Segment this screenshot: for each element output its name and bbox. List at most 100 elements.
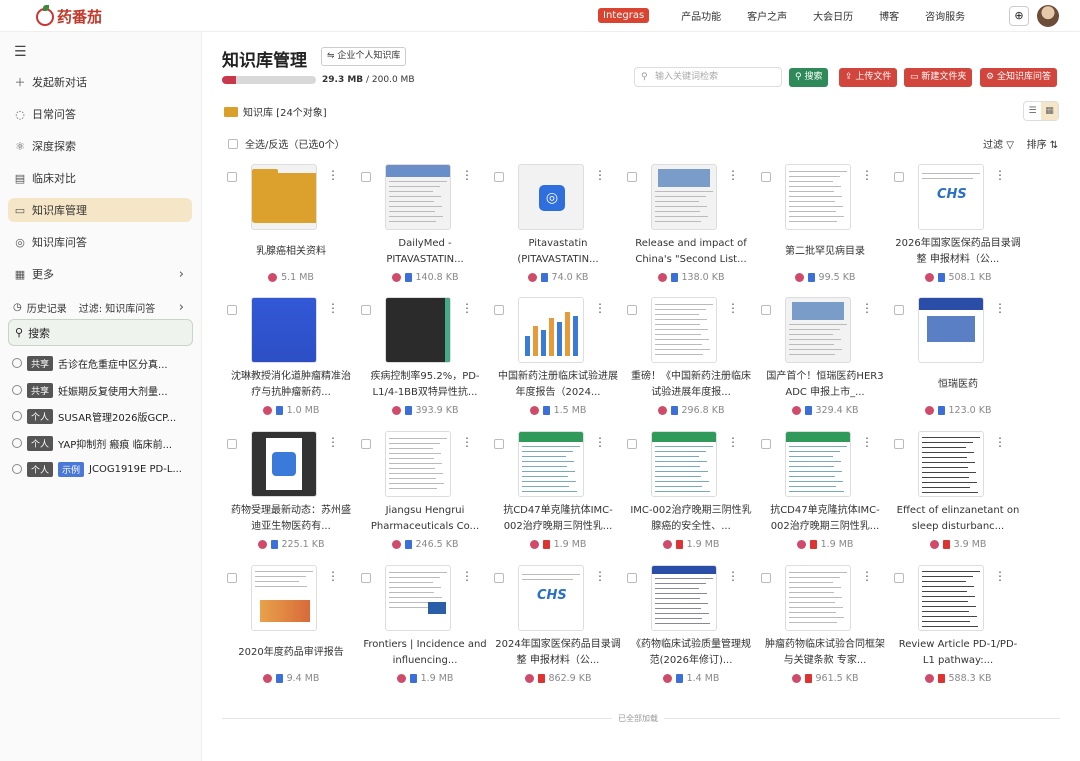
- card-checkbox[interactable]: [227, 172, 237, 182]
- file-card[interactable]: ⋮ 肿瘤药物临床试验合同框架与关键条款 专家... 961.5 KB: [761, 565, 889, 693]
- file-thumbnail[interactable]: [785, 431, 851, 497]
- file-thumbnail[interactable]: [251, 297, 317, 363]
- more-options-icon[interactable]: ⋮: [327, 435, 339, 449]
- file-card[interactable]: CHS ⋮ 2026年国家医保药品目录调整 申报材料（公... 508.1 KB: [894, 164, 1022, 292]
- file-card[interactable]: ⋮ 沈琳教授消化道肿瘤精准治疗与抗肿瘤新药... 1.0 MB: [227, 297, 355, 425]
- more-options-icon[interactable]: ⋮: [861, 301, 873, 315]
- file-thumbnail[interactable]: [651, 297, 717, 363]
- card-checkbox[interactable]: [761, 573, 771, 583]
- file-card[interactable]: ⋮ 2020年度药品审评报告 9.4 MB: [227, 565, 355, 693]
- file-thumbnail[interactable]: [251, 431, 317, 497]
- sidebar-item-new-chat[interactable]: ＋ 发起新对话: [8, 70, 192, 94]
- more-options-icon[interactable]: ⋮: [594, 569, 606, 583]
- file-card[interactable]: ◎ ⋮ Pitavastatin (PITAVASTATIN... 74.0 KB: [494, 164, 622, 292]
- sidebar-item-more[interactable]: ▦ 更多 ›: [8, 262, 192, 286]
- search-button[interactable]: ⚲ 搜索: [789, 68, 829, 87]
- sidebar-item-daily-qa[interactable]: ◌ 日常问答: [8, 102, 192, 126]
- file-card[interactable]: ⋮ 《药物临床试验质量管理规范(2026年修订)... 1.4 MB: [627, 565, 755, 693]
- brand-logo[interactable]: 药番茄: [36, 4, 102, 27]
- nav-consulting[interactable]: 咨询服务: [925, 8, 965, 23]
- sidebar-item-kb-manage[interactable]: ▭ 知识库管理: [8, 198, 192, 222]
- card-checkbox[interactable]: [894, 172, 904, 182]
- more-options-icon[interactable]: ⋮: [727, 569, 739, 583]
- sort-button[interactable]: 排序: [1027, 140, 1047, 151]
- card-checkbox[interactable]: [227, 305, 237, 315]
- card-checkbox[interactable]: [761, 439, 771, 449]
- more-options-icon[interactable]: ⋮: [994, 168, 1006, 182]
- history-filter[interactable]: 过滤: 知识库问答: [79, 300, 156, 315]
- card-checkbox[interactable]: [761, 172, 771, 182]
- more-options-icon[interactable]: ⋮: [327, 168, 339, 182]
- file-card[interactable]: ⋮ IMC-002治疗晚期三阴性乳腺癌的安全性、... 1.9 MB: [627, 431, 755, 559]
- card-checkbox[interactable]: [494, 439, 504, 449]
- sidebar-item-kb-qa[interactable]: ◎ 知识库问答: [8, 230, 192, 254]
- file-thumbnail[interactable]: [251, 164, 317, 230]
- history-search[interactable]: ⚲ 搜索: [8, 319, 193, 346]
- more-options-icon[interactable]: ⋮: [861, 168, 873, 182]
- more-options-icon[interactable]: ⋮: [461, 569, 473, 583]
- file-card[interactable]: ⋮ 中国新药注册临床试验进展年度报告（2024... 1.5 MB: [494, 297, 622, 425]
- more-options-icon[interactable]: ⋮: [994, 301, 1006, 315]
- file-card[interactable]: ⋮ 乳腺癌相关资料 5.1 MB: [227, 164, 355, 292]
- card-checkbox[interactable]: [361, 573, 371, 583]
- select-all-checkbox[interactable]: [228, 138, 238, 149]
- card-checkbox[interactable]: [894, 573, 904, 583]
- file-thumbnail[interactable]: [251, 565, 317, 631]
- file-thumbnail[interactable]: [785, 297, 851, 363]
- kb-qa-button[interactable]: ⚙ 全知识库问答: [980, 68, 1057, 87]
- history-item[interactable]: 个人 SUSAR管理2026版GCP...: [12, 406, 192, 426]
- more-options-icon[interactable]: ⋮: [327, 301, 339, 315]
- file-card[interactable]: ⋮ Review Article PD-1/PD-L1 pathway:... 58…: [894, 565, 1022, 693]
- more-options-icon[interactable]: ⋮: [594, 435, 606, 449]
- card-checkbox[interactable]: [627, 305, 637, 315]
- file-card[interactable]: ⋮ 恒瑞医药 123.0 KB: [894, 297, 1022, 425]
- list-view-icon[interactable]: ☰: [1024, 102, 1041, 120]
- file-thumbnail[interactable]: [518, 297, 584, 363]
- more-options-icon[interactable]: ⋮: [461, 435, 473, 449]
- integras-badge[interactable]: Integras: [598, 8, 650, 23]
- card-checkbox[interactable]: [494, 172, 504, 182]
- history-item[interactable]: 共享 舌诊在危重症中区分真...: [12, 353, 192, 373]
- file-card[interactable]: ⋮ 国产首个！恒瑞医药HER3 ADC 申报上市_... 329.4 KB: [761, 297, 889, 425]
- file-thumbnail[interactable]: ◎: [518, 164, 584, 230]
- filter-button[interactable]: 过滤: [983, 140, 1003, 151]
- keyword-search-input[interactable]: ⚲ 输入关键词检索: [634, 67, 782, 87]
- file-thumbnail[interactable]: [651, 565, 717, 631]
- sort-icon[interactable]: ⇅: [1050, 140, 1058, 151]
- more-options-icon[interactable]: ⋮: [994, 569, 1006, 583]
- card-checkbox[interactable]: [627, 439, 637, 449]
- file-card[interactable]: ⋮ DailyMed - PITAVASTATIN... 140.8 KB: [361, 164, 489, 292]
- file-thumbnail[interactable]: [785, 164, 851, 230]
- card-checkbox[interactable]: [894, 305, 904, 315]
- history-item[interactable]: 个人 YAP抑制剂 瘢痕 临床前...: [12, 433, 192, 453]
- menu-icon[interactable]: ☰: [14, 44, 27, 60]
- history-header[interactable]: ◷ 历史记录 过滤: 知识库问答 ›: [8, 295, 192, 319]
- file-card[interactable]: ⋮ Effect of elinzanetant on sleep disturb…: [894, 431, 1022, 559]
- sidebar-item-deep-explore[interactable]: ⚛ 深度探索: [8, 134, 192, 158]
- card-checkbox[interactable]: [494, 305, 504, 315]
- more-options-icon[interactable]: ⋮: [461, 168, 473, 182]
- file-thumbnail[interactable]: [918, 565, 984, 631]
- upload-file-button[interactable]: ⇪ 上传文件: [839, 68, 898, 87]
- file-thumbnail[interactable]: [651, 164, 717, 230]
- avatar[interactable]: [1037, 5, 1059, 27]
- more-options-icon[interactable]: ⋮: [727, 301, 739, 315]
- more-options-icon[interactable]: ⋮: [727, 435, 739, 449]
- file-thumbnail[interactable]: [385, 431, 451, 497]
- file-card[interactable]: ⋮ Frontiers | Incidence and influencing..…: [361, 565, 489, 693]
- more-options-icon[interactable]: ⋮: [861, 569, 873, 583]
- history-item[interactable]: 共享 妊娠期反复使用大剂量...: [12, 380, 192, 400]
- file-thumbnail[interactable]: [385, 297, 451, 363]
- file-thumbnail[interactable]: [385, 565, 451, 631]
- file-card[interactable]: ⋮ 抗CD47单克隆抗体IMC-002治疗晚期三阴性乳... 1.9 MB: [494, 431, 622, 559]
- select-all[interactable]: 全选/反选（已选0个）: [228, 136, 345, 151]
- more-options-icon[interactable]: ⋮: [461, 301, 473, 315]
- file-thumbnail[interactable]: [518, 431, 584, 497]
- more-options-icon[interactable]: ⋮: [861, 435, 873, 449]
- breadcrumb[interactable]: 知识库 [24个对象]: [224, 104, 327, 119]
- file-card[interactable]: ⋮ 疾病控制率95.2%，PD-L1/4-1BB双特异性抗... 393.9 KB: [361, 297, 489, 425]
- file-thumbnail[interactable]: [651, 431, 717, 497]
- card-checkbox[interactable]: [361, 305, 371, 315]
- new-folder-button[interactable]: ▭ 新建文件夹: [904, 68, 973, 87]
- file-card[interactable]: ⋮ 重磅！《中国新药注册临床试验进展年度报... 296.8 KB: [627, 297, 755, 425]
